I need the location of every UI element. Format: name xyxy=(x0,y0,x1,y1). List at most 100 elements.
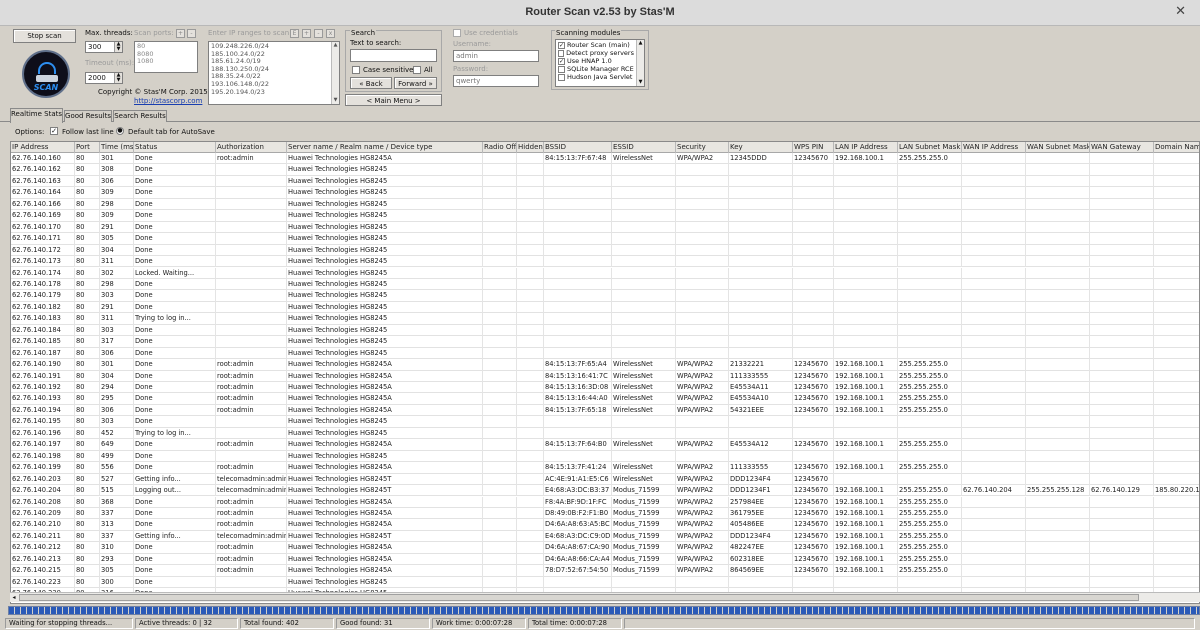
table-row[interactable]: 62.76.140.190 80 301 Done root:admin Huawei T… xyxy=(11,359,1199,371)
table-row[interactable]: 62.76.140.194 80 306 Done root:admin Huawei T… xyxy=(11,404,1199,417)
tab-good-results[interactable]: Good Results xyxy=(64,110,112,122)
column-header[interactable]: WPS PIN xyxy=(793,142,834,153)
column-header[interactable]: WAN IP Address xyxy=(962,142,1026,153)
table-row[interactable]: 62.76.140.184 80 303 Done Huawei Technologie… xyxy=(11,324,1199,337)
table-row[interactable]: 62.76.140.196 80 452 Trying to log in... Hua… xyxy=(11,427,1199,440)
table-row[interactable]: 62.76.140.212 80 310 Done root:admin Huawei T… xyxy=(11,542,1199,554)
scrollbar-thumb[interactable] xyxy=(19,594,1139,601)
spin-arrows-icon[interactable]: ▲ ▼ xyxy=(114,73,122,83)
add-range-icon[interactable]: + xyxy=(302,29,311,38)
column-header[interactable]: Security xyxy=(676,142,729,153)
table-row[interactable]: 62.76.140.195 80 303 Done Huawei Technologie… xyxy=(11,416,1199,428)
column-header[interactable]: ESSID xyxy=(612,142,676,153)
module-item[interactable]: ✓ Use HNAP 1.0 xyxy=(558,57,634,65)
module-checkbox[interactable] xyxy=(558,65,565,73)
column-header[interactable]: Authorization xyxy=(216,142,287,153)
main-menu-button[interactable]: < Main Menu > xyxy=(345,94,442,106)
table-row[interactable]: 62.76.140.193 80 295 Done root:admin Huawei T… xyxy=(11,393,1199,405)
column-header[interactable]: IP Address xyxy=(11,142,75,153)
forward-button[interactable]: Forward » xyxy=(394,77,437,89)
table-row[interactable]: 62.76.140.213 80 293 Done root:admin Huawei T… xyxy=(11,553,1199,566)
modules-list[interactable]: ✓ Router Scan (main) Detect proxy servers ✓… xyxy=(555,39,645,87)
password-input[interactable]: qwerty xyxy=(453,75,539,87)
scroll-up-icon[interactable]: ▲ xyxy=(637,40,644,47)
module-item[interactable]: ✓ Router Scan (main) xyxy=(558,41,634,49)
follow-last-line-checkbox[interactable]: ✓ xyxy=(50,127,58,135)
column-header[interactable]: Server name / Realm name / Device type xyxy=(287,142,483,153)
table-row[interactable]: 62.76.140.198 80 499 Done Huawei Technologie… xyxy=(11,450,1199,463)
table-row[interactable]: 62.76.140.185 80 317 Done Huawei Technologie… xyxy=(11,336,1199,348)
table-row[interactable]: 62.76.140.163 80 306 Done Huawei Technologie… xyxy=(11,175,1199,188)
username-input[interactable]: admin xyxy=(453,50,539,62)
table-row[interactable]: 62.76.140.208 80 368 Done root:admin Huawei T… xyxy=(11,496,1199,508)
stop-scan-button[interactable]: Stop scan xyxy=(13,29,76,43)
remove-range-icon[interactable]: - xyxy=(314,29,323,38)
back-button[interactable]: « Back xyxy=(350,77,392,89)
horizontal-scrollbar[interactable]: ◂ xyxy=(10,592,1200,602)
column-header[interactable]: LAN IP Address xyxy=(834,142,898,153)
max-threads-spinner[interactable]: 300 ▲ ▼ xyxy=(85,41,123,53)
column-header[interactable]: BSSID xyxy=(544,142,612,153)
timeout-spinner[interactable]: 2000 ▲ ▼ xyxy=(85,72,123,84)
results-table[interactable]: IP Address Port Time (ms) Status Authorizati… xyxy=(10,141,1200,604)
table-row[interactable]: 62.76.140.173 80 311 Done Huawei Technologie… xyxy=(11,256,1199,268)
table-row[interactable]: 62.76.140.215 80 305 Done root:admin Huawei T… xyxy=(11,565,1199,577)
table-row[interactable]: 62.76.140.192 80 294 Done root:admin Huawei T… xyxy=(11,382,1199,394)
ip-range-item[interactable]: 195.20.194.0/23 xyxy=(211,88,329,97)
vertical-scrollbar[interactable]: ▲ ▼ xyxy=(331,42,339,104)
ports-list[interactable]: 80 8080 1080 xyxy=(134,41,198,73)
column-header[interactable]: Key xyxy=(729,142,793,153)
default-tab-radio[interactable]: ● xyxy=(116,127,124,135)
module-item[interactable]: Detect proxy servers xyxy=(558,49,634,57)
vertical-scrollbar[interactable]: ▲ ▼ xyxy=(636,40,644,86)
table-row[interactable]: 62.76.140.178 80 298 Done Huawei Technologie… xyxy=(11,278,1199,291)
module-checkbox[interactable] xyxy=(558,73,565,81)
all-checkbox[interactable] xyxy=(413,66,421,74)
website-link[interactable]: http://stascorp.com xyxy=(134,97,202,105)
ip-ranges-list[interactable]: 109.248.226.0/24 185.100.24.0/22 185.61.24… xyxy=(208,41,340,105)
edit-range-icon[interactable]: E xyxy=(290,29,299,38)
port-item[interactable]: 1080 xyxy=(137,58,195,66)
module-checkbox[interactable]: ✓ xyxy=(558,57,565,65)
table-row[interactable]: 62.76.140.187 80 306 Done Huawei Technologie… xyxy=(11,347,1199,360)
table-row[interactable]: 62.76.140.166 80 298 Done Huawei Technologie… xyxy=(11,198,1199,211)
clear-ranges-icon[interactable]: x xyxy=(326,29,335,38)
close-icon[interactable]: ✕ xyxy=(1175,4,1186,19)
remove-port-icon[interactable]: - xyxy=(187,29,196,38)
column-header[interactable]: LAN Subnet Mask xyxy=(898,142,962,153)
table-row[interactable]: 62.76.140.171 80 305 Done Huawei Technologie… xyxy=(11,233,1199,245)
use-credentials-checkbox[interactable] xyxy=(453,29,461,37)
table-row[interactable]: 62.76.140.160 80 301 Done root:admin Huawei T… xyxy=(11,153,1199,165)
column-header[interactable]: Status xyxy=(134,142,216,153)
scroll-up-icon[interactable]: ▲ xyxy=(332,42,339,49)
column-header[interactable]: Radio Off xyxy=(483,142,517,153)
table-row[interactable]: 62.76.140.183 80 311 Trying to log in... Hua… xyxy=(11,313,1199,325)
table-row[interactable]: 62.76.140.211 80 337 Getting info... telecom… xyxy=(11,530,1199,543)
table-row[interactable]: 62.76.140.164 80 309 Done Huawei Technologie… xyxy=(11,187,1199,199)
scroll-down-icon[interactable]: ▼ xyxy=(332,97,339,104)
table-row[interactable]: 62.76.140.203 80 527 Getting info... telecom… xyxy=(11,473,1199,486)
column-header[interactable]: Hidden xyxy=(517,142,544,153)
module-item[interactable]: SQLite Manager RCE xyxy=(558,65,634,73)
column-header[interactable]: Time (ms) xyxy=(100,142,134,153)
module-item[interactable]: Hudson Java Servlet xyxy=(558,73,634,81)
search-input[interactable] xyxy=(350,49,437,62)
table-row[interactable]: 62.76.140.169 80 309 Done Huawei Technologie… xyxy=(11,210,1199,222)
table-row[interactable]: 62.76.140.172 80 304 Done Huawei Technologie… xyxy=(11,244,1199,257)
module-checkbox[interactable] xyxy=(558,49,565,57)
module-checkbox[interactable]: ✓ xyxy=(558,41,565,49)
spin-arrows-icon[interactable]: ▲ ▼ xyxy=(114,42,122,52)
table-row[interactable]: 62.76.140.210 80 313 Done root:admin Huawei T… xyxy=(11,519,1199,531)
table-row[interactable]: 62.76.140.191 80 304 Done root:admin Huawei T… xyxy=(11,370,1199,382)
table-row[interactable]: 62.76.140.199 80 556 Done root:admin Huawei T… xyxy=(11,462,1199,474)
table-row[interactable]: 62.76.140.197 80 649 Done root:admin Huawei T… xyxy=(11,439,1199,451)
tab-search-results[interactable]: Search Results xyxy=(113,110,167,122)
table-row[interactable]: 62.76.140.170 80 291 Done Huawei Technologie… xyxy=(11,221,1199,234)
table-row[interactable]: 62.76.140.209 80 337 Done root:admin Huawei T… xyxy=(11,507,1199,520)
table-row[interactable]: 62.76.140.162 80 308 Done Huawei Technologie… xyxy=(11,164,1199,176)
column-header[interactable]: Port xyxy=(75,142,100,153)
table-row[interactable]: 62.76.140.223 80 300 Done Huawei Technologie… xyxy=(11,576,1199,589)
table-row[interactable]: 62.76.140.182 80 291 Done Huawei Technologie… xyxy=(11,301,1199,314)
scroll-down-icon[interactable]: ▼ xyxy=(637,79,644,86)
column-header[interactable]: WAN Gateway xyxy=(1090,142,1154,153)
